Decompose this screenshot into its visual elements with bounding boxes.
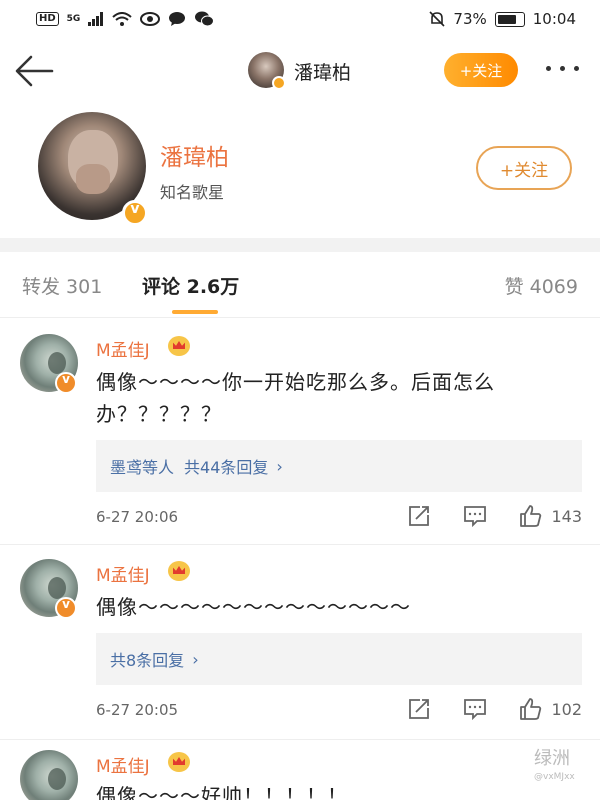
crown-icon bbox=[168, 336, 190, 356]
profile-description: 知名歌星 bbox=[160, 183, 225, 202]
replies-users: 墨鸢等人 bbox=[110, 458, 175, 477]
avatar-hand bbox=[76, 164, 110, 194]
commenter-avatar[interactable] bbox=[20, 750, 78, 800]
chevron-right-icon: › bbox=[276, 456, 283, 476]
like-count: 143 bbox=[551, 506, 582, 526]
hd-indicator: HD bbox=[36, 12, 59, 26]
reply-comment-icon[interactable] bbox=[463, 504, 487, 528]
comment-actions: 143 bbox=[375, 504, 582, 528]
active-tab-indicator bbox=[172, 310, 218, 314]
replies-preview[interactable]: 共8条回复 › bbox=[96, 633, 582, 685]
status-left: HD 5G bbox=[36, 11, 215, 27]
thumbs-up-icon[interactable] bbox=[519, 697, 543, 721]
share-icon[interactable] bbox=[407, 697, 431, 721]
share-icon[interactable] bbox=[407, 504, 431, 528]
like-count: 102 bbox=[551, 699, 582, 719]
nav-verified-badge bbox=[272, 76, 286, 90]
reply-comment-icon[interactable] bbox=[463, 697, 487, 721]
replies-count: 共8条回复 bbox=[110, 651, 185, 670]
verified-badge-icon bbox=[55, 597, 77, 619]
comment-time: 6-27 20:05 bbox=[96, 701, 179, 719]
battery-percent: 73% bbox=[453, 10, 487, 28]
comment-item: M孟佳J 偶像～～～～你一开始吃那么多。后面怎么办？？？？？ 墨鸢等人 共44条… bbox=[0, 320, 600, 545]
watermark-logo-text: 绿洲 bbox=[534, 748, 570, 769]
signal-icon bbox=[88, 12, 104, 26]
thumbs-up-icon[interactable] bbox=[519, 504, 543, 528]
battery-icon bbox=[494, 11, 525, 27]
battery-level bbox=[497, 14, 516, 24]
replies-preview[interactable]: 墨鸢等人 共44条回复 › bbox=[96, 440, 582, 492]
comment-item: M孟佳J 偶像～～～好帅！！！！！ bbox=[0, 740, 600, 800]
comment-text: 偶像～～～～～～～～～～～～～ bbox=[96, 595, 411, 619]
nav-bar: 潘瑋柏 +关注 bbox=[0, 40, 600, 102]
replies-count: 共44条回复 bbox=[184, 458, 269, 477]
eye-icon bbox=[140, 12, 161, 26]
crown-icon bbox=[168, 561, 190, 581]
tab-bar: 转发 301 评论 2.6万 赞 4069 bbox=[0, 252, 600, 318]
commenter-name[interactable]: M孟佳J bbox=[96, 561, 150, 586]
chevron-right-icon: › bbox=[192, 649, 199, 669]
crown-icon bbox=[168, 752, 190, 772]
back-arrow-icon[interactable] bbox=[14, 54, 54, 88]
nav-avatar[interactable] bbox=[248, 52, 286, 90]
commenter-name[interactable]: M孟佳J bbox=[96, 752, 150, 777]
profile-card: 潘瑋柏 知名歌星 +关注 bbox=[0, 104, 600, 238]
comment-text: 偶像～～～～你一开始吃那么多。后面怎么办？？？？？ bbox=[96, 370, 495, 426]
profile-name[interactable]: 潘瑋柏 bbox=[160, 138, 229, 172]
nav-follow-button[interactable]: +关注 bbox=[444, 53, 518, 87]
comment-time: 6-27 20:06 bbox=[96, 508, 179, 526]
tab-repost[interactable]: 转发 301 bbox=[22, 272, 102, 299]
clock: 10:04 bbox=[532, 10, 576, 28]
comment-text: 偶像～～～好帅！！！！！ bbox=[96, 784, 348, 800]
status-right: 73% 10:04 bbox=[429, 10, 576, 28]
status-bar: HD 5G 73% 10:04 bbox=[0, 0, 600, 38]
tab-comments[interactable]: 评论 2.6万 bbox=[142, 272, 239, 299]
verified-badge-icon bbox=[122, 200, 148, 226]
comment-item: M孟佳J 偶像～～～～～～～～～～～～～ 共8条回复 › 6-27 20:05 … bbox=[0, 545, 600, 740]
commenter-name[interactable]: M孟佳J bbox=[96, 336, 150, 361]
wifi-icon bbox=[112, 11, 132, 26]
mute-bell-icon bbox=[429, 11, 445, 27]
section-divider bbox=[0, 238, 600, 252]
wechat-icon bbox=[195, 11, 215, 27]
profile-follow-button[interactable]: +关注 bbox=[476, 146, 572, 190]
watermark: 绿洲 @vxMJxx bbox=[534, 744, 575, 782]
message-bubble-icon bbox=[169, 12, 186, 26]
watermark-handle: @vxMJxx bbox=[534, 772, 575, 782]
nav-title: 潘瑋柏 bbox=[294, 62, 352, 84]
verified-badge-icon bbox=[55, 372, 77, 394]
network-type: 5G bbox=[66, 14, 81, 24]
tab-likes[interactable]: 赞 4069 bbox=[505, 272, 578, 299]
more-options-icon[interactable] bbox=[546, 66, 586, 76]
comment-actions: 102 bbox=[375, 697, 582, 721]
